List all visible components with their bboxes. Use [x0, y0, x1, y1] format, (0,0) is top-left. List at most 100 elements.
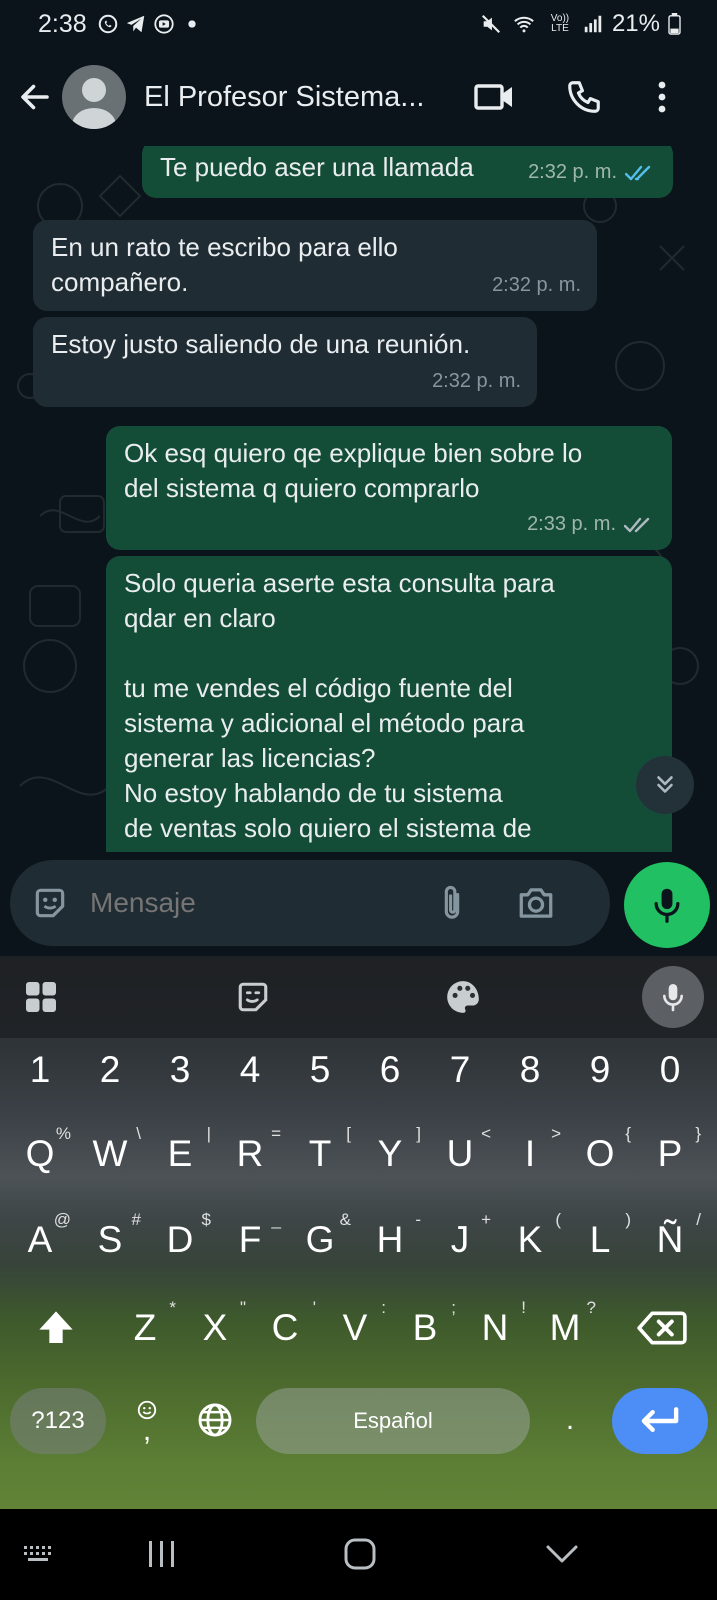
key-label: 8	[519, 1049, 541, 1090]
message-text: Estoy justo saliendo de una reunión.	[51, 329, 471, 359]
voice-call-button[interactable]	[554, 67, 614, 127]
key-j[interactable]: J +	[425, 1200, 495, 1280]
camera-button[interactable]	[510, 877, 562, 929]
key-k[interactable]: K(	[495, 1200, 565, 1280]
message-input[interactable]	[90, 887, 420, 919]
key-secondary-label: %	[55, 1124, 71, 1143]
key-8[interactable]: 8	[495, 1030, 565, 1110]
key-s[interactable]: S #	[75, 1200, 145, 1280]
notification-icons	[97, 13, 203, 35]
more-options-button[interactable]	[632, 67, 692, 127]
voice-message-button[interactable]	[624, 862, 710, 948]
key-secondary-label: *	[169, 1298, 176, 1317]
key-1[interactable]: 1	[5, 1030, 75, 1110]
microphone-icon	[654, 888, 680, 923]
key-t[interactable]: T[	[285, 1114, 355, 1194]
more-vertical-icon	[658, 81, 666, 113]
key-3[interactable]: 3	[145, 1030, 215, 1110]
attach-button[interactable]	[428, 879, 476, 927]
video-call-button[interactable]	[464, 67, 524, 127]
backspace-key[interactable]	[620, 1288, 704, 1368]
key-label: D	[166, 1219, 194, 1260]
key-o[interactable]: O{	[565, 1114, 635, 1194]
key-label: V	[342, 1307, 368, 1348]
message-bubble-outgoing[interactable]: Ok esq quiero qe explique bien sobre lo …	[106, 426, 672, 550]
back-arrow-icon	[21, 84, 49, 110]
wifi-icon	[514, 16, 534, 33]
period-key[interactable]: .	[550, 1380, 590, 1460]
keyboard-switch-button[interactable]	[10, 1529, 70, 1579]
keyboard-sticker-button[interactable]	[224, 968, 282, 1026]
key-label: 7	[449, 1049, 471, 1090]
chat-area[interactable]: Te puedo aser una llamada 2:32 p. m. En …	[0, 146, 717, 852]
key-l[interactable]: L)	[565, 1200, 635, 1280]
space-key[interactable]: Español	[256, 1388, 530, 1454]
key-ñ[interactable]: Ñ /	[635, 1200, 705, 1280]
key-a[interactable]: A @	[5, 1200, 75, 1280]
key-9[interactable]: 9	[565, 1030, 635, 1110]
key-m[interactable]: M?	[530, 1288, 600, 1368]
key-u[interactable]: U <	[425, 1114, 495, 1194]
keyboard-theme-button[interactable]	[434, 968, 492, 1026]
keyboard-number-row: 1 2 3 4 5 6 7 8 9 0	[0, 1030, 717, 1110]
key-2[interactable]: 2	[75, 1030, 145, 1110]
message-text: Ok esq quiero qe explique bien sobre lo …	[124, 438, 583, 503]
key-7[interactable]: 7	[425, 1030, 495, 1110]
key-0[interactable]: 0	[635, 1030, 705, 1110]
key-c[interactable]: C '	[250, 1288, 320, 1368]
key-x[interactable]: X "	[180, 1288, 250, 1368]
keyboard-voice-input-button[interactable]	[642, 966, 704, 1028]
key-g[interactable]: G &	[285, 1200, 355, 1280]
key-h[interactable]: H-	[355, 1200, 425, 1280]
key-n[interactable]: N!	[460, 1288, 530, 1368]
key-e[interactable]: E |	[145, 1114, 215, 1194]
key-label: 4	[239, 1049, 261, 1090]
key-p[interactable]: P}	[635, 1114, 705, 1194]
key-6[interactable]: 6	[355, 1030, 425, 1110]
volte-icon: Vo)) LTE	[550, 13, 570, 34]
home-button[interactable]	[330, 1529, 390, 1579]
contact-name[interactable]: El Profesor Sistema...	[144, 81, 444, 114]
key-secondary-label: _	[271, 1210, 281, 1229]
key-label: M	[549, 1307, 581, 1348]
key-secondary-label: +	[481, 1210, 491, 1229]
message-bubble-incoming[interactable]: Estoy justo saliendo de una reunión. 2:3…	[33, 317, 537, 407]
message-bubble-incoming[interactable]: En un rato te escribo para ello compañer…	[33, 220, 597, 311]
key-r[interactable]: R =	[215, 1114, 285, 1194]
key-secondary-label: >	[551, 1124, 561, 1143]
key-f[interactable]: F _	[215, 1200, 285, 1280]
key-label: G	[305, 1219, 335, 1260]
status-time: 2:38	[38, 9, 87, 38]
key-secondary-label: !	[521, 1298, 526, 1317]
emoji-comma-key[interactable]: ,	[122, 1380, 172, 1460]
key-d[interactable]: D $	[145, 1200, 215, 1280]
key-5[interactable]: 5	[285, 1030, 355, 1110]
message-bubble-outgoing[interactable]: Te puedo aser una llamada 2:32 p. m.	[142, 146, 673, 198]
key-v[interactable]: V:	[320, 1288, 390, 1368]
key-secondary-label: {	[625, 1124, 631, 1143]
recent-apps-button[interactable]	[132, 1529, 192, 1579]
enter-key[interactable]	[612, 1388, 708, 1454]
key-secondary-label: '	[312, 1298, 316, 1317]
contact-avatar[interactable]	[62, 65, 126, 129]
keyboard-row-asdf: A @ S # D $ F _ G & H - J + K(L) Ñ /	[0, 1200, 717, 1280]
message-bubble-outgoing[interactable]: Solo queria aserte esta consulta para qd…	[106, 556, 672, 852]
back-button[interactable]	[10, 67, 60, 127]
shift-key[interactable]	[24, 1288, 88, 1368]
key-w[interactable]: W \	[75, 1114, 145, 1194]
key-secondary-label: =	[271, 1124, 281, 1143]
keyboard-apps-button[interactable]	[12, 968, 70, 1026]
language-key[interactable]	[190, 1380, 240, 1460]
symbols-key[interactable]: ?123	[10, 1388, 106, 1454]
key-i[interactable]: I >	[495, 1114, 565, 1194]
phone-call-icon	[568, 81, 600, 113]
back-nav-button[interactable]	[532, 1529, 592, 1579]
sticker-emoji-button[interactable]	[28, 881, 72, 925]
key-y[interactable]: Y]	[355, 1114, 425, 1194]
key-q[interactable]: Q%	[5, 1114, 75, 1194]
key-z[interactable]: Z *	[110, 1288, 180, 1368]
scroll-to-bottom-button[interactable]	[636, 756, 694, 814]
key-4[interactable]: 4	[215, 1030, 285, 1110]
dot-icon	[188, 20, 196, 28]
key-b[interactable]: B;	[390, 1288, 460, 1368]
